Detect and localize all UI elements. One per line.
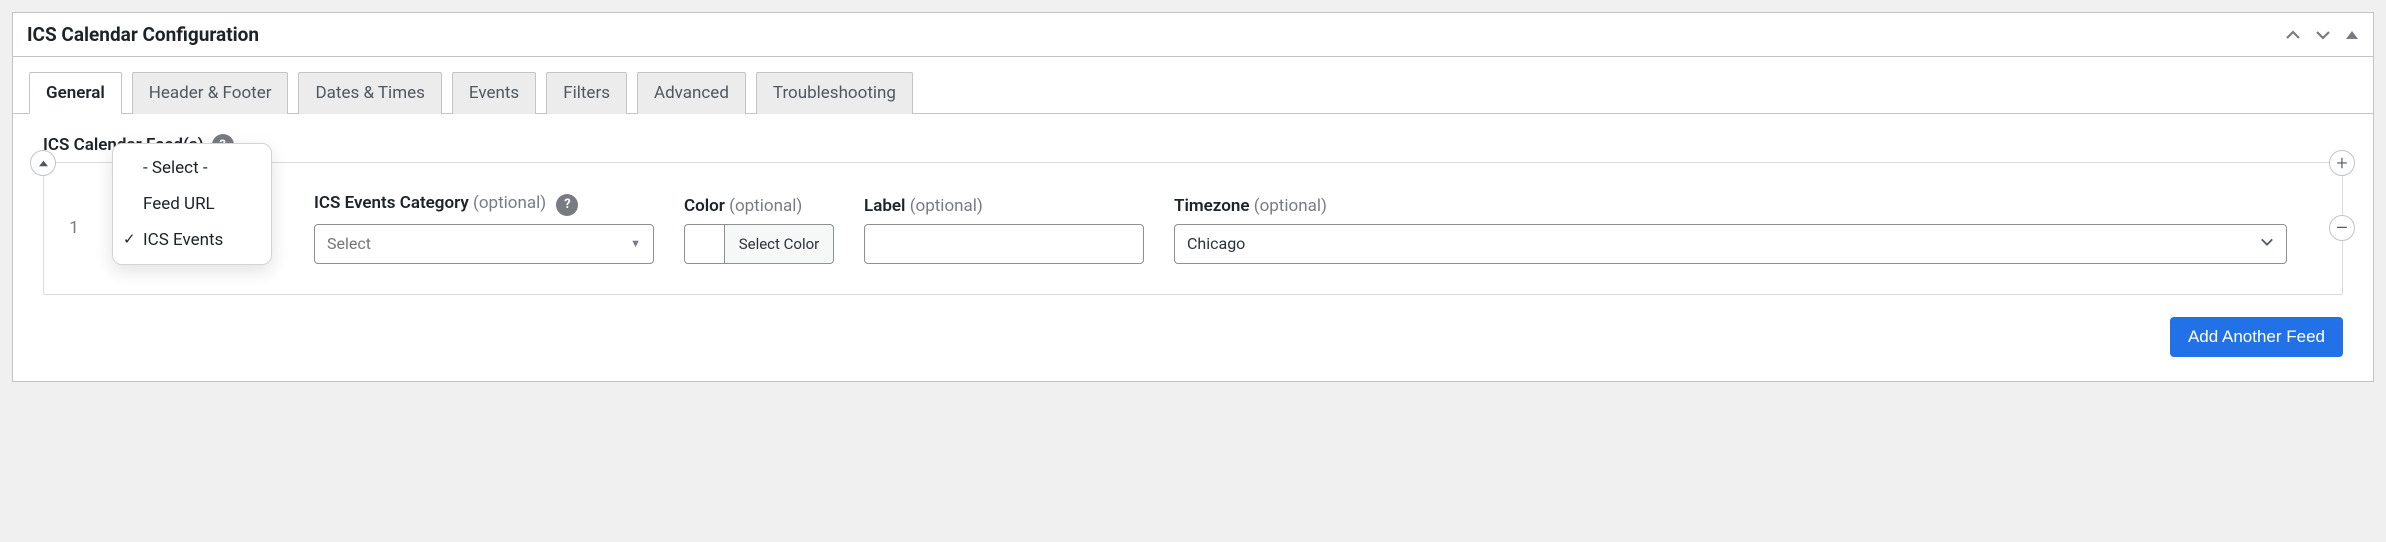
color-label: Color (optional)	[684, 196, 834, 216]
feed-type-option-ics-events[interactable]: ICS Events	[113, 222, 271, 258]
feeds-section-label: ICS Calendar Feed(s) ?	[43, 134, 2343, 156]
label-field: Label (optional)	[864, 196, 1144, 264]
label-label: Label (optional)	[864, 196, 1144, 216]
tab-advanced[interactable]: Advanced	[637, 72, 746, 114]
timezone-label: Timezone (optional)	[1174, 196, 2287, 216]
collapse-row-button[interactable]	[30, 150, 56, 176]
move-down-icon[interactable]	[2315, 27, 2331, 43]
feed-type-option-placeholder[interactable]: - Select -	[113, 150, 271, 186]
panel-title: ICS Calendar Configuration	[27, 23, 259, 46]
timezone-field: Timezone (optional) Chicago	[1174, 196, 2287, 264]
tab-filters[interactable]: Filters	[546, 72, 627, 114]
feed-type-option-url[interactable]: Feed URL	[113, 186, 271, 222]
tab-troubleshooting[interactable]: Troubleshooting	[756, 72, 913, 114]
tab-events[interactable]: Events	[452, 72, 536, 114]
add-another-feed-button[interactable]: Add Another Feed	[2170, 317, 2343, 357]
timezone-select[interactable]: Chicago	[1174, 224, 2287, 264]
remove-row-button[interactable]: −	[2329, 215, 2355, 241]
collapse-toggle-icon[interactable]	[2345, 28, 2359, 42]
label-input[interactable]	[864, 224, 1144, 264]
tab-general[interactable]: General	[29, 72, 122, 114]
tab-header-footer[interactable]: Header & Footer	[132, 72, 289, 114]
tabs-bar: General Header & Footer Dates & Times Ev…	[13, 57, 2373, 114]
add-row-button[interactable]: +	[2329, 150, 2355, 176]
help-icon[interactable]: ?	[556, 194, 578, 216]
panel-header: ICS Calendar Configuration	[13, 13, 2373, 57]
move-up-icon[interactable]	[2285, 27, 2301, 43]
tab-dates-times[interactable]: Dates & Times	[298, 72, 441, 114]
chevron-down-icon: ▼	[630, 237, 641, 250]
color-swatch[interactable]	[684, 224, 724, 264]
category-field: ICS Events Category (optional) ? Select …	[314, 193, 654, 264]
feed-row: + − - Select - Feed URL ICS Events 1 ICS…	[43, 162, 2343, 295]
category-label: ICS Events Category (optional) ?	[314, 193, 654, 216]
chevron-down-icon	[2260, 235, 2274, 252]
feed-type-dropdown[interactable]: - Select - Feed URL ICS Events	[112, 143, 272, 265]
select-color-button[interactable]: Select Color	[724, 224, 834, 264]
row-number: 1	[64, 218, 84, 238]
config-panel: ICS Calendar Configuration General Heade…	[12, 12, 2374, 382]
panel-controls	[2285, 27, 2359, 43]
color-field: Color (optional) Select Color	[684, 196, 834, 264]
category-select[interactable]: Select ▼	[314, 224, 654, 264]
panel-body: ICS Calendar Feed(s) ? + − - Select - Fe…	[13, 114, 2373, 381]
